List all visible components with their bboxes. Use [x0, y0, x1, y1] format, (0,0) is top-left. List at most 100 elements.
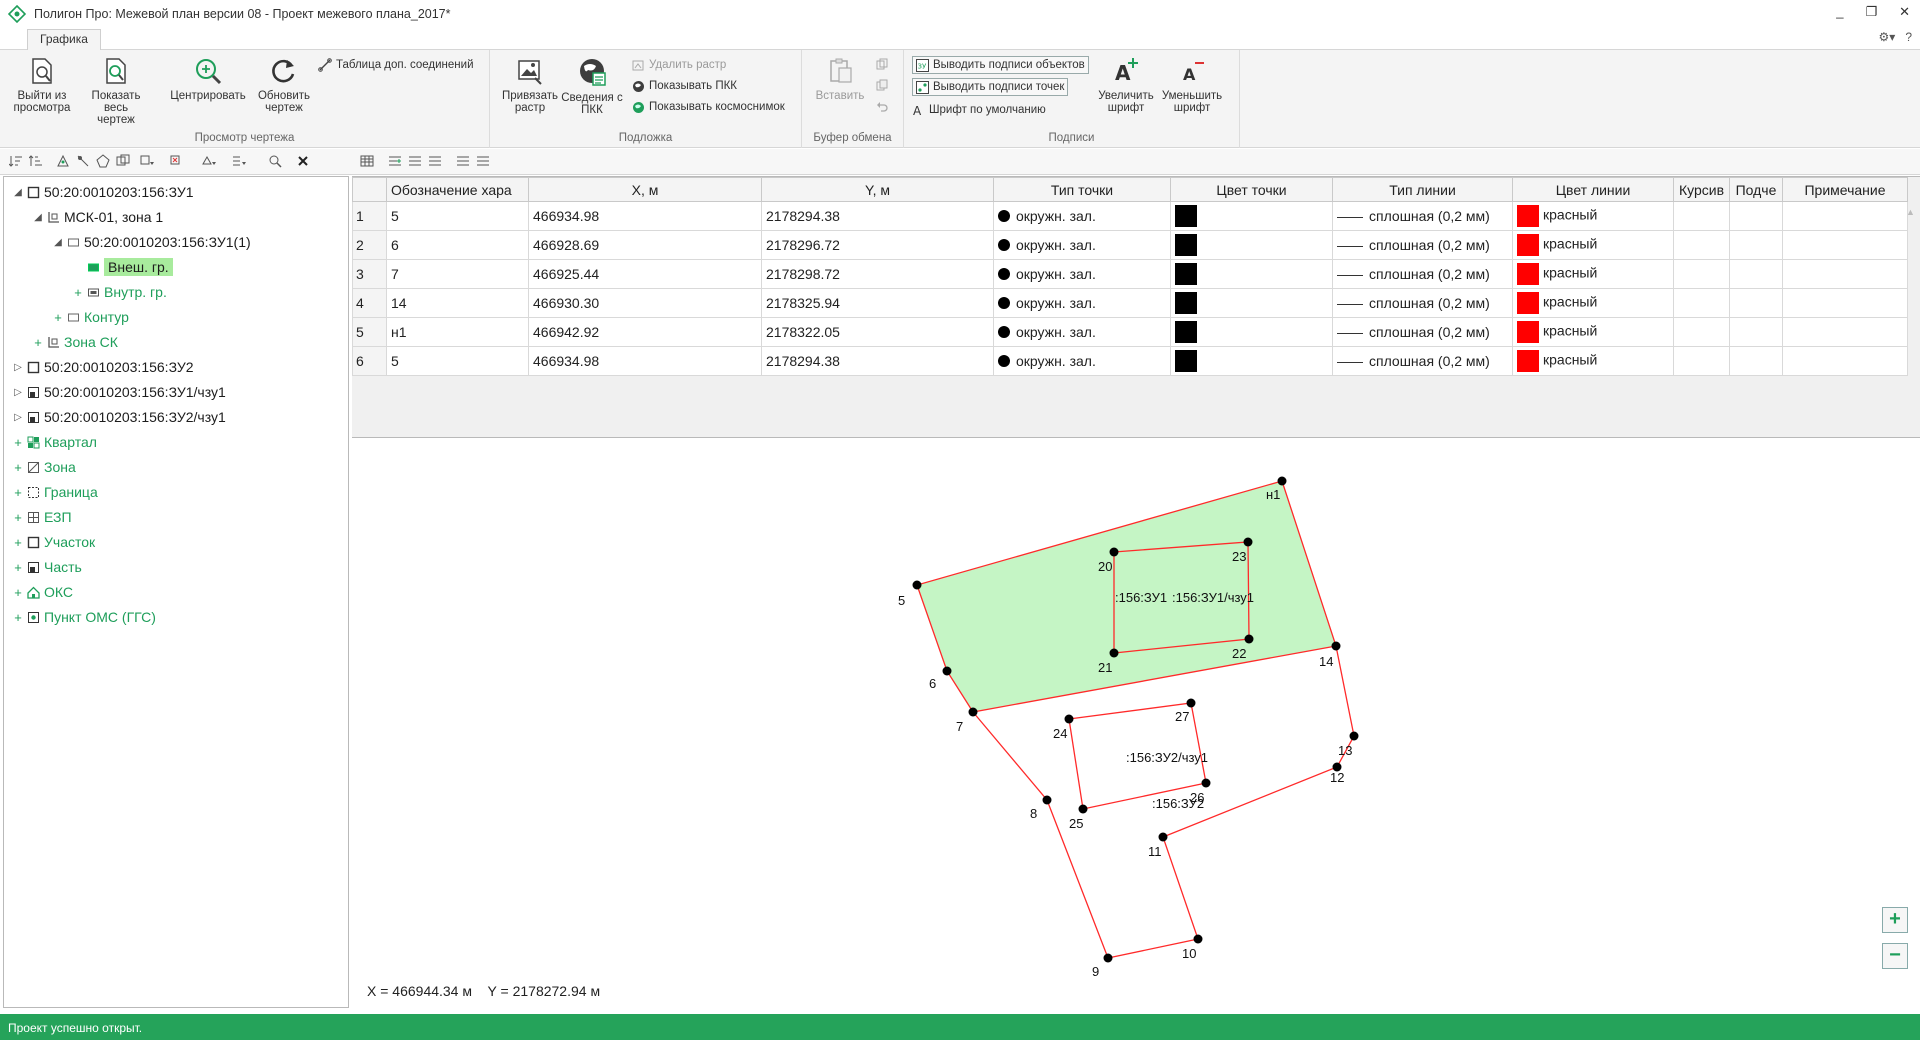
bind-raster-button[interactable]: Привязать растр	[498, 56, 562, 114]
show-object-captions-toggle[interactable]: ЗУ Выводить подписи объектов	[912, 56, 1089, 74]
tree-item[interactable]: ▷ 50:20:0010203:156:ЗУ2	[12, 356, 193, 378]
cell-name[interactable]: н1	[386, 317, 529, 347]
polygon-icon[interactable]	[96, 154, 110, 168]
column-header[interactable]: Обозначение хара	[386, 177, 529, 202]
cell-name[interactable]: 7	[386, 259, 529, 289]
cell-y[interactable]: 2178298.72	[761, 259, 994, 289]
find-icon[interactable]	[268, 154, 282, 168]
decrease-font-button[interactable]: A Уменьшить шрифт	[1160, 56, 1224, 114]
zoom-in-button[interactable]: +	[1882, 907, 1908, 933]
point-6[interactable]	[942, 666, 952, 676]
show-pkk-button[interactable]: Показывать ПКК	[632, 77, 737, 95]
insert-row-icon[interactable]	[388, 154, 402, 168]
point-9[interactable]	[1103, 953, 1113, 963]
point-14[interactable]	[1331, 641, 1341, 651]
cell-y[interactable]: 2178294.38	[761, 346, 994, 376]
pkk-info-button[interactable]: Сведения с ПКК	[560, 56, 624, 116]
tree-expander[interactable]: +	[12, 435, 24, 450]
close-tree-icon[interactable]	[296, 154, 310, 168]
cell-italic[interactable]	[1673, 259, 1730, 289]
add-parcel-icon[interactable]	[56, 154, 70, 168]
cell-y[interactable]: 2178322.05	[761, 317, 994, 347]
cell-y[interactable]: 2178325.94	[761, 288, 994, 318]
minimize-button[interactable]: _	[1836, 4, 1843, 20]
point-7[interactable]	[968, 707, 978, 717]
default-font-button[interactable]: A Шрифт по умолчанию	[912, 101, 1046, 119]
copy-icon[interactable]	[876, 58, 888, 70]
maximize-button[interactable]: ❐	[1865, 4, 1877, 20]
point-13[interactable]	[1349, 731, 1359, 741]
row-number[interactable]: 1	[352, 201, 387, 231]
point-26[interactable]	[1201, 778, 1211, 788]
tree-item[interactable]: + Квартал	[12, 431, 97, 453]
cell-point-color[interactable]	[1170, 230, 1333, 260]
extra-connections-button[interactable]: Таблица доп. соединений	[318, 56, 474, 74]
point-8[interactable]	[1042, 795, 1052, 805]
table-row[interactable]: 4 14 466930.30 2178325.94 окружн. зал. сплошн…	[352, 288, 1908, 318]
exit-preview-button[interactable]: Выйти из просмотра	[10, 56, 74, 114]
import-icon[interactable]	[456, 154, 470, 168]
tree-expander[interactable]: ◢	[52, 237, 64, 248]
table-row[interactable]: 2 6 466928.69 2178296.72 окружн. зал. сплошна…	[352, 230, 1908, 260]
column-header[interactable]: Подче	[1729, 177, 1783, 202]
cell-x[interactable]: 466930.30	[528, 288, 762, 318]
cell-line-color[interactable]: красный	[1512, 346, 1674, 376]
tree-item[interactable]: + Граница	[12, 481, 98, 503]
tree-item[interactable]: ◢ МСК-01, зона 1	[32, 206, 163, 228]
tree-expander[interactable]: +	[12, 585, 24, 600]
tree-expander[interactable]: +	[12, 610, 24, 625]
tree-item[interactable]: Внеш. гр.	[72, 256, 173, 278]
refresh-button[interactable]: Обновить чертеж	[252, 56, 316, 114]
cell-line-type[interactable]: сплошная (0,2 мм)	[1332, 259, 1513, 289]
cell-note[interactable]	[1782, 346, 1908, 376]
cell-italic[interactable]	[1673, 201, 1730, 231]
measure-icon[interactable]	[76, 154, 90, 168]
point-n1[interactable]	[1277, 476, 1287, 486]
tree-expander[interactable]: +	[72, 285, 84, 300]
point-11[interactable]	[1158, 832, 1168, 842]
tree-item[interactable]: + Зона	[12, 456, 76, 478]
point-21[interactable]	[1109, 648, 1119, 658]
cell-point-color[interactable]	[1170, 201, 1333, 231]
table-row[interactable]: 6 5 466934.98 2178294.38 окружн. зал. сплошна…	[352, 346, 1908, 376]
column-header[interactable]: Примечание	[1782, 177, 1908, 202]
tree-item[interactable]: + Пункт ОМС (ГГС)	[12, 606, 156, 628]
cell-point-type[interactable]: окружн. зал.	[993, 201, 1171, 231]
cell-name[interactable]: 5	[386, 346, 529, 376]
point-20[interactable]	[1109, 547, 1119, 557]
point-5[interactable]	[912, 580, 922, 590]
drawing-svg[interactable]: н1 5 6 7 14 20 23 21 22 24 27 26 25 13 1…	[352, 440, 1920, 1008]
cell-point-color[interactable]	[1170, 259, 1333, 289]
cell-line-type[interactable]: сплошная (0,2 мм)	[1332, 230, 1513, 260]
cell-underline[interactable]	[1729, 201, 1783, 231]
cell-italic[interactable]	[1673, 317, 1730, 347]
cell-point-type[interactable]: окружн. зал.	[993, 259, 1171, 289]
cell-name[interactable]: 6	[386, 230, 529, 260]
tree-item[interactable]: + Зона СК	[32, 331, 118, 353]
cell-italic[interactable]	[1673, 230, 1730, 260]
cell-line-type[interactable]: сплошная (0,2 мм)	[1332, 317, 1513, 347]
row-number[interactable]: 6	[352, 346, 387, 376]
cell-x[interactable]: 466934.98	[528, 201, 762, 231]
paste-button[interactable]: Вставить	[808, 56, 872, 102]
cell-line-color[interactable]: красный	[1512, 288, 1674, 318]
tree-item[interactable]: + Контур	[52, 306, 129, 328]
show-point-captions-toggle[interactable]: Выводить подписи точек	[912, 78, 1069, 96]
cell-line-color[interactable]: красный	[1512, 317, 1674, 347]
column-header[interactable]: Тип линии	[1332, 177, 1513, 202]
cell-italic[interactable]	[1673, 346, 1730, 376]
center-button[interactable]: Центрировать	[168, 56, 248, 102]
cell-y[interactable]: 2178296.72	[761, 230, 994, 260]
close-button[interactable]: ✕	[1899, 4, 1910, 20]
cell-x[interactable]: 466934.98	[528, 346, 762, 376]
cell-underline[interactable]	[1729, 346, 1783, 376]
tree-expander[interactable]: +	[12, 460, 24, 475]
point-23[interactable]	[1243, 537, 1253, 547]
point-10[interactable]	[1193, 934, 1203, 944]
cell-note[interactable]	[1782, 317, 1908, 347]
tree-expander[interactable]: ▷	[12, 387, 24, 398]
tree-expander[interactable]: +	[12, 510, 24, 525]
cell-point-color[interactable]	[1170, 317, 1333, 347]
point-25[interactable]	[1078, 804, 1088, 814]
cell-italic[interactable]	[1673, 288, 1730, 318]
